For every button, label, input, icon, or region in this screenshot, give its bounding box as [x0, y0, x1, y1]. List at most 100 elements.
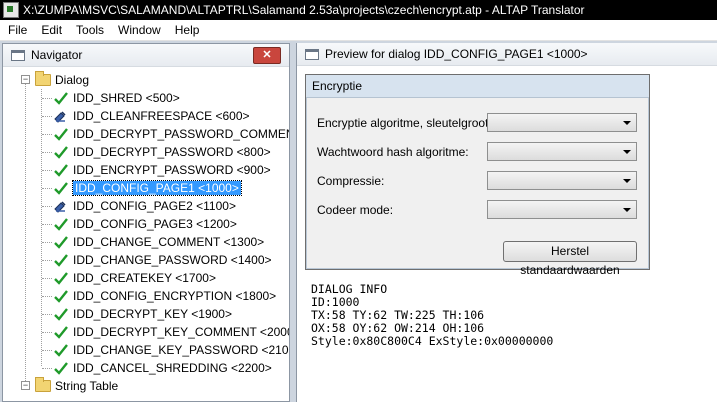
tree-item-label: IDD_CONFIG_PAGE3 <1200>: [73, 217, 237, 231]
tree-item[interactable]: IDD_DECRYPT_KEY_COMMENT <2000>: [53, 323, 289, 341]
tree-item-label: IDD_CHANGE_PASSWORD <1400>: [73, 253, 272, 267]
tree-item[interactable]: IDD_DECRYPT_KEY <1900>: [53, 305, 232, 323]
tree-item-label: IDD_CONFIG_PAGE1 <1000>: [72, 180, 242, 196]
preview-title-bar[interactable]: Preview for dialog IDD_CONFIG_PAGE1 <100…: [297, 43, 717, 66]
green-check-icon: [54, 272, 68, 285]
field-label-encryption-algorithm: Encryptie algoritme, sleutelgrootte:: [317, 116, 502, 130]
info-line: Style:0x80C800C4 ExStyle:0x00000000: [311, 334, 554, 348]
tree-item-label: IDD_CONFIG_ENCRYPTION <1800>: [73, 289, 277, 303]
tree-line: [42, 260, 52, 261]
tree-line: [42, 242, 52, 243]
app-icon: [3, 2, 19, 18]
green-check-icon: [54, 362, 68, 375]
green-check-icon: [54, 308, 68, 321]
folder-icon: [35, 71, 51, 86]
tree-line: [25, 79, 26, 389]
tree-item[interactable]: IDD_CREATEKEY <1700>: [53, 269, 216, 287]
encryption-algorithm-combo[interactable]: [487, 113, 637, 132]
window-title-bar[interactable]: X:\ZUMPA\MSVC\SALAMAND\ALTAPTRL\Salamand…: [0, 0, 717, 20]
field-label-compression: Compressie:: [317, 174, 385, 188]
tree-item[interactable]: IDD_CONFIG_PAGE3 <1200>: [53, 215, 237, 233]
tree-item[interactable]: IDD_CONFIG_ENCRYPTION <1800>: [53, 287, 276, 305]
tree-item-label: IDD_CHANGE_COMMENT <1300>: [73, 235, 265, 249]
chevron-down-icon: [623, 208, 631, 212]
tree-item[interactable]: IDD_CHANGE_KEY_PASSWORD <2100>: [53, 341, 289, 359]
tree-folder-string-table[interactable]: String Table: [35, 377, 118, 395]
tree-folder-label: Dialog: [55, 73, 90, 87]
window-icon: [305, 48, 319, 60]
tree-line: [42, 188, 52, 189]
tree-item[interactable]: IDD_CHANGE_PASSWORD <1400>: [53, 251, 272, 269]
tree-line: [42, 98, 52, 99]
tree-item[interactable]: IDD_CONFIG_PAGE1 <1000>: [53, 179, 242, 197]
menu-window[interactable]: Window: [111, 23, 168, 37]
dialog-info-text: DIALOG INFO ID:1000 TX:58 TY:62 TW:225 TH:…: [311, 283, 553, 348]
cipher-mode-combo[interactable]: [487, 200, 637, 219]
green-check-icon: [54, 218, 68, 231]
menu-tools[interactable]: Tools: [69, 23, 111, 37]
reset-defaults-button[interactable]: Herstel standaardwaarden: [503, 241, 637, 277]
tree-item[interactable]: IDD_CHANGE_COMMENT <1300>: [53, 233, 264, 251]
tree-item[interactable]: IDD_CANCEL_SHREDDING <2200>: [53, 359, 272, 377]
preview-title: Preview for dialog IDD_CONFIG_PAGE1 <100…: [325, 47, 588, 61]
edit-pencil-icon: [54, 201, 66, 213]
green-check-icon: [54, 128, 68, 141]
green-check-icon: [54, 92, 68, 105]
navigator-tree[interactable]: − Dialog − String Table ... IDD_SHRED <5…: [3, 67, 289, 401]
menu-edit[interactable]: Edit: [34, 23, 69, 37]
edit-pencil-icon: [54, 111, 66, 123]
tree-item-label: IDD_CANCEL_SHREDDING <2200>: [73, 361, 272, 375]
tree-item[interactable]: IDD_ENCRYPT_PASSWORD <900>: [53, 161, 271, 179]
compression-combo[interactable]: [487, 171, 637, 190]
green-check-icon: [54, 236, 68, 249]
navigator-panel: Navigator ✕ − Dialog − String Table ... …: [2, 43, 290, 402]
tree-item-label: IDD_DECRYPT_PASSWORD <800>: [73, 145, 271, 159]
green-check-icon: [54, 182, 68, 195]
collapse-icon[interactable]: −: [21, 75, 30, 84]
tree-item[interactable]: IDD_CONFIG_PAGE2 <1100>: [53, 197, 236, 215]
tree-item[interactable]: IDD_DECRYPT_PASSWORD_COMMENT: [53, 125, 289, 143]
tree-item-label: IDD_CREATEKEY <1700>: [73, 271, 216, 285]
green-check-icon: [54, 254, 68, 267]
menu-help[interactable]: Help: [168, 23, 207, 37]
menu-file[interactable]: File: [0, 23, 34, 37]
tree-line: [42, 314, 52, 315]
tree-item-partial[interactable]: ...: [53, 395, 63, 401]
window-icon: [11, 49, 25, 61]
tree-item-label: IDD_CONFIG_PAGE2 <1100>: [73, 199, 236, 213]
tree-line: [42, 206, 52, 207]
close-icon[interactable]: ✕: [253, 46, 281, 64]
navigator-title-bar[interactable]: Navigator ✕: [3, 44, 289, 67]
collapse-icon[interactable]: −: [21, 381, 30, 390]
tree-folder-label: String Table: [55, 379, 119, 393]
tree-line: [42, 368, 52, 369]
menu-bar: File Edit Tools Window Help: [0, 20, 717, 41]
tree-item[interactable]: IDD_CLEANFREESPACE <600>: [53, 107, 250, 125]
green-check-icon: [54, 146, 68, 159]
tree-line: [42, 296, 52, 297]
green-check-icon: [54, 344, 68, 357]
tree-folder-dialog[interactable]: Dialog: [35, 71, 89, 89]
chevron-down-icon: [623, 179, 631, 183]
field-label-hash-algorithm: Wachtwoord hash algoritme:: [317, 145, 469, 159]
green-check-icon: [54, 164, 68, 177]
tree-line: [42, 278, 52, 279]
tree-line: [42, 332, 52, 333]
hash-algorithm-combo[interactable]: [487, 142, 637, 161]
tree-line: [42, 134, 52, 135]
tree-item-label: IDD_SHRED <500>: [73, 91, 180, 105]
tree-line: [42, 116, 52, 117]
dialog-title: Encryptie: [306, 75, 649, 98]
tree-item-label: IDD_DECRYPT_PASSWORD_COMMENT: [73, 127, 289, 141]
tree-item[interactable]: IDD_DECRYPT_PASSWORD <800>: [53, 143, 271, 161]
field-label-cipher-mode: Codeer mode:: [317, 203, 394, 217]
window-title: X:\ZUMPA\MSVC\SALAMAND\ALTAPTRL\Salamand…: [23, 3, 585, 17]
dialog-preview: Encryptie Encryptie algoritme, sleutelgr…: [305, 74, 650, 277]
folder-icon: [35, 377, 51, 392]
green-check-icon: [54, 326, 68, 339]
tree-item-label: IDD_CHANGE_KEY_PASSWORD <2100>: [73, 343, 289, 357]
tree-item[interactable]: IDD_SHRED <500>: [53, 89, 180, 107]
tree-line: [42, 224, 52, 225]
tree-item-label: IDD_CLEANFREESPACE <600>: [73, 109, 250, 123]
tree-item-label: ...: [53, 397, 63, 401]
